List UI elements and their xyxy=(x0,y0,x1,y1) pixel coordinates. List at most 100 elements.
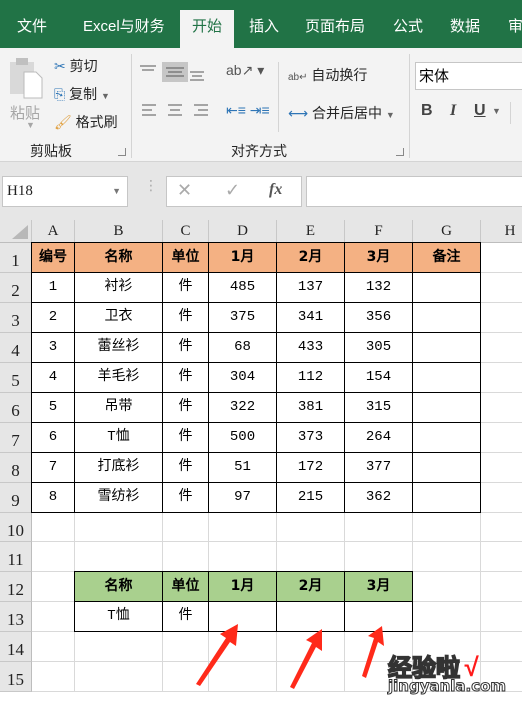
table1-cell[interactable]: 羊毛衫 xyxy=(74,362,163,393)
row-header-3[interactable]: 3 xyxy=(0,303,32,333)
table1-cell[interactable]: 305 xyxy=(344,332,413,363)
row-header-11[interactable]: 11 xyxy=(0,542,32,572)
wrap-text-button[interactable]: ab↵ 自动换行 xyxy=(288,65,367,85)
row-header-10[interactable]: 10 xyxy=(0,513,32,542)
table1-header-cell[interactable]: 1月 xyxy=(208,242,277,273)
row-header-1[interactable]: 1 xyxy=(0,243,32,273)
table1-header-cell[interactable]: 2月 xyxy=(276,242,345,273)
cell[interactable] xyxy=(209,513,277,542)
table1-cell[interactable]: 315 xyxy=(344,392,413,423)
table1-cell[interactable]: 衬衫 xyxy=(74,272,163,303)
table1-cell[interactable]: 8 xyxy=(31,482,75,513)
cell[interactable] xyxy=(481,393,522,423)
table1-cell[interactable]: 件 xyxy=(162,302,209,333)
copy-button[interactable]: ⎘ 复制 ▼ xyxy=(54,84,110,104)
bold-button[interactable]: B xyxy=(421,102,433,120)
cell[interactable] xyxy=(481,363,522,393)
row-header-12[interactable]: 12 xyxy=(0,572,32,602)
cell[interactable] xyxy=(209,542,277,572)
cell[interactable] xyxy=(75,632,163,662)
copy-dropdown-icon[interactable]: ▼ xyxy=(101,91,110,101)
cell[interactable] xyxy=(32,513,75,542)
table1-cell[interactable]: 356 xyxy=(344,302,413,333)
table1-cell[interactable]: 154 xyxy=(344,362,413,393)
table1-cell[interactable] xyxy=(412,482,481,513)
cell[interactable] xyxy=(481,572,522,602)
table1-cell[interactable]: 322 xyxy=(208,392,277,423)
table2-cell[interactable]: T恤 xyxy=(74,601,163,632)
table2-header-cell[interactable]: 单位 xyxy=(162,571,209,602)
cell[interactable] xyxy=(163,542,209,572)
table1-cell[interactable]: 97 xyxy=(208,482,277,513)
table1-cell[interactable]: 件 xyxy=(162,422,209,453)
table1-cell[interactable]: 吊带 xyxy=(74,392,163,423)
table1-cell[interactable]: 373 xyxy=(276,422,345,453)
cell[interactable] xyxy=(32,542,75,572)
cell[interactable] xyxy=(345,542,413,572)
orientation-icon[interactable]: ab↗ ▾ xyxy=(226,62,264,79)
table1-cell[interactable]: 433 xyxy=(276,332,345,363)
table1-cell[interactable] xyxy=(412,362,481,393)
table1-cell[interactable]: 51 xyxy=(208,452,277,483)
tab-formulas[interactable]: 公式 xyxy=(393,10,423,48)
cell[interactable] xyxy=(413,513,481,542)
table2-header-cell[interactable]: 2月 xyxy=(276,571,345,602)
alignment-launcher-icon[interactable] xyxy=(396,148,404,156)
table2-header-cell[interactable]: 1月 xyxy=(208,571,277,602)
tab-page-layout[interactable]: 页面布局 xyxy=(305,10,365,48)
table1-cell[interactable]: 485 xyxy=(208,272,277,303)
table1-cell[interactable] xyxy=(412,422,481,453)
cancel-icon[interactable]: ✕ xyxy=(177,180,192,201)
table1-cell[interactable]: 500 xyxy=(208,422,277,453)
table1-cell[interactable]: 132 xyxy=(344,272,413,303)
row-header-5[interactable]: 5 xyxy=(0,363,32,393)
column-header-A[interactable]: A xyxy=(32,220,75,243)
cell[interactable] xyxy=(413,602,481,632)
table1-header-cell[interactable]: 备注 xyxy=(412,242,481,273)
table1-cell[interactable]: 4 xyxy=(31,362,75,393)
table1-cell[interactable]: 362 xyxy=(344,482,413,513)
table1-cell[interactable]: 件 xyxy=(162,362,209,393)
cell[interactable] xyxy=(345,513,413,542)
table1-cell[interactable]: 264 xyxy=(344,422,413,453)
drag-handle-icon[interactable]: ⋮ xyxy=(144,178,158,192)
tab-file[interactable]: 文件 xyxy=(17,10,47,48)
table1-cell[interactable]: 件 xyxy=(162,452,209,483)
cell[interactable] xyxy=(481,423,522,453)
table1-cell[interactable]: 112 xyxy=(276,362,345,393)
table1-cell[interactable]: 件 xyxy=(162,482,209,513)
cell[interactable] xyxy=(75,513,163,542)
row-header-15[interactable]: 15 xyxy=(0,662,32,692)
table1-cell[interactable] xyxy=(412,272,481,303)
tab-insert[interactable]: 插入 xyxy=(249,10,279,48)
cell[interactable] xyxy=(32,602,75,632)
cut-button[interactable]: ✂ 剪切 xyxy=(54,56,98,76)
cell[interactable] xyxy=(481,542,522,572)
cell[interactable] xyxy=(75,662,163,692)
cell[interactable] xyxy=(75,542,163,572)
indent-icons[interactable]: ⇤≡ ⇥≡ xyxy=(226,102,270,119)
italic-button[interactable]: I xyxy=(450,102,456,120)
row-header-14[interactable]: 14 xyxy=(0,632,32,662)
select-all-corner[interactable] xyxy=(0,220,32,243)
enter-icon[interactable]: ✓ xyxy=(225,180,240,201)
table1-cell[interactable]: 件 xyxy=(162,392,209,423)
table1-cell[interactable] xyxy=(412,302,481,333)
vertical-align-icons[interactable] xyxy=(140,62,204,82)
table1-cell[interactable]: 件 xyxy=(162,272,209,303)
table1-cell[interactable]: 137 xyxy=(276,272,345,303)
table1-cell[interactable]: 68 xyxy=(208,332,277,363)
merge-center-button[interactable]: ⟷ 合并后居中 ▼ xyxy=(288,103,395,123)
cell[interactable] xyxy=(481,273,522,303)
table1-cell[interactable] xyxy=(412,392,481,423)
merge-dropdown-icon[interactable]: ▼ xyxy=(386,110,395,120)
format-painter-button[interactable]: 🖌 格式刷 xyxy=(54,112,118,132)
table1-header-cell[interactable]: 名称 xyxy=(74,242,163,273)
cell[interactable] xyxy=(481,513,522,542)
column-header-B[interactable]: B xyxy=(75,220,163,243)
column-header-H[interactable]: H xyxy=(481,220,522,243)
table1-cell[interactable]: 375 xyxy=(208,302,277,333)
name-box-dropdown-icon[interactable]: ▼ xyxy=(112,177,121,206)
table1-cell[interactable]: 雪纺衫 xyxy=(74,482,163,513)
cell[interactable] xyxy=(481,333,522,363)
